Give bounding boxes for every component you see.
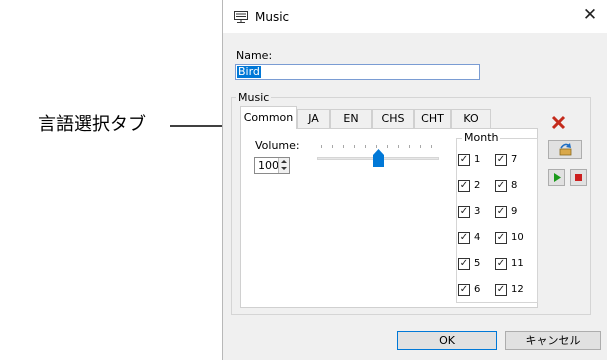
month-label: 3 xyxy=(474,206,481,217)
window-title: Music xyxy=(255,10,290,24)
spinner-down-icon xyxy=(281,167,287,170)
month-label: 9 xyxy=(511,206,518,217)
month-label: 1 xyxy=(474,154,481,165)
tab-ja[interactable]: JA xyxy=(297,109,330,128)
month-label: 6 xyxy=(474,284,481,295)
volume-value: 100 xyxy=(258,159,279,172)
app-icon xyxy=(234,11,248,23)
volume-slider-thumb[interactable] xyxy=(373,149,384,167)
checkbox-check-icon: ✓ xyxy=(495,232,507,244)
name-label: Name: xyxy=(236,49,273,62)
tab-chs[interactable]: CHS xyxy=(372,109,414,128)
import-button[interactable] xyxy=(548,140,582,159)
month-label: 11 xyxy=(511,258,524,269)
checkbox-check-icon: ✓ xyxy=(495,180,507,192)
tab-ko[interactable]: KO xyxy=(451,109,491,128)
music-group-label: Music xyxy=(236,91,272,104)
checkbox-check-icon: ✓ xyxy=(458,206,470,218)
month-label: 12 xyxy=(511,284,524,295)
checkbox-check-icon: ✓ xyxy=(495,154,507,166)
volume-spinner[interactable]: 100 xyxy=(254,157,290,174)
import-icon xyxy=(559,143,572,156)
checkbox-check-icon: ✓ xyxy=(495,284,507,296)
delete-button[interactable] xyxy=(548,113,569,132)
close-icon: ✕ xyxy=(582,5,598,25)
delete-icon xyxy=(551,115,566,130)
checkbox-check-icon: ✓ xyxy=(495,258,507,270)
month-label: 10 xyxy=(511,232,524,243)
month-label: 5 xyxy=(474,258,481,269)
checkbox-check-icon: ✓ xyxy=(458,232,470,244)
cancel-button[interactable]: キャンセル xyxy=(505,331,601,350)
checkbox-check-icon: ✓ xyxy=(458,180,470,192)
month-group-label: Month xyxy=(462,131,501,144)
spinner-buttons[interactable] xyxy=(278,158,289,173)
checkbox-check-icon: ✓ xyxy=(458,284,470,296)
name-value: Bird xyxy=(237,65,261,78)
play-button[interactable] xyxy=(548,169,565,186)
stop-icon xyxy=(575,174,582,181)
month-label: 2 xyxy=(474,180,481,191)
volume-label: Volume: xyxy=(255,139,300,152)
title-bar: Music ✕ xyxy=(223,0,607,33)
ok-button[interactable]: OK xyxy=(397,331,497,350)
spinner-up-icon xyxy=(281,160,287,163)
checkbox-check-icon: ✓ xyxy=(495,206,507,218)
close-button[interactable]: ✕ xyxy=(573,0,607,33)
month-label: 7 xyxy=(511,154,518,165)
month-label: 8 xyxy=(511,180,518,191)
name-input[interactable]: Bird xyxy=(235,64,480,80)
checkbox-check-icon: ✓ xyxy=(458,258,470,270)
month-label: 4 xyxy=(474,232,481,243)
play-icon xyxy=(554,173,561,182)
tab-cht[interactable]: CHT xyxy=(414,109,451,128)
tab-en[interactable]: EN xyxy=(330,109,372,128)
tab-common[interactable]: Common xyxy=(240,106,297,129)
stop-button[interactable] xyxy=(570,169,587,186)
checkbox-check-icon: ✓ xyxy=(458,154,470,166)
music-dialog: Music ✕ Name: Bird Music Common JA EN CH… xyxy=(222,0,607,360)
